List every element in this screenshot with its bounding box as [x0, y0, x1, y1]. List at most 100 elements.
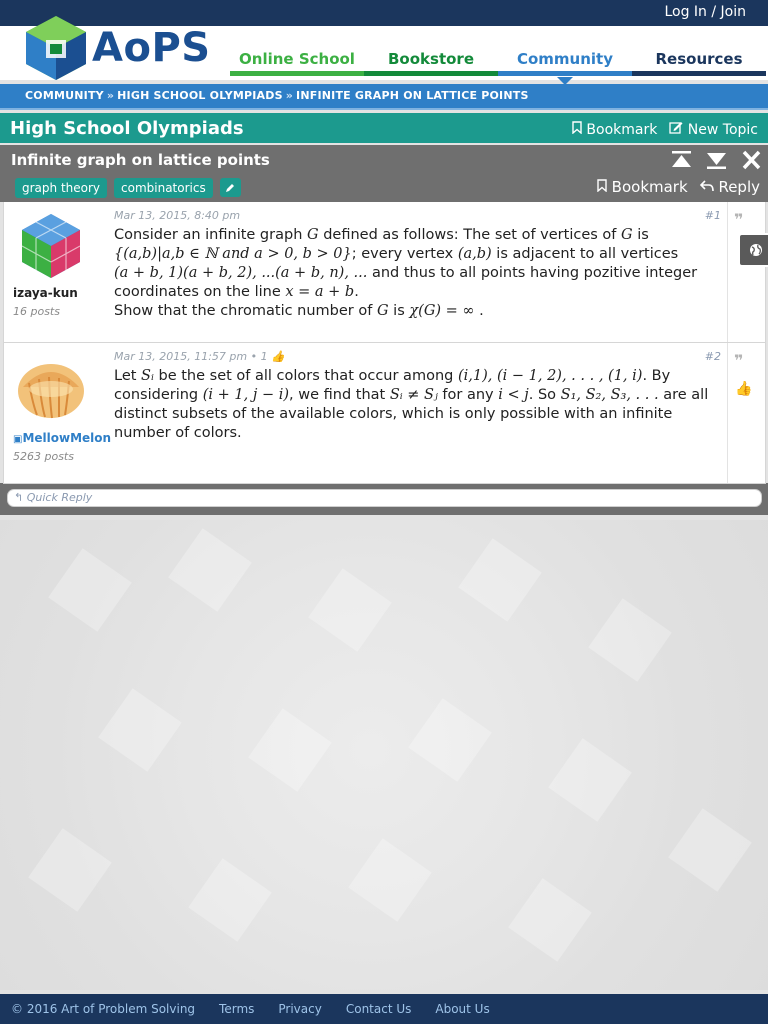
nav-label: Community — [516, 50, 614, 68]
thumbs-up-icon[interactable]: 👍 — [735, 381, 752, 397]
topic-actions: Bookmark Reply — [597, 178, 760, 196]
site-header: AoPS Online School Bookstore Community R… — [0, 16, 768, 85]
bookmark-label: Bookmark — [586, 122, 658, 138]
math-span: G — [621, 227, 633, 243]
footer-contact-link[interactable]: Contact Us — [346, 1002, 412, 1016]
text-span: . So — [528, 387, 561, 403]
post-author: izaya-kun 16 posts — [4, 202, 110, 342]
nav-bookstore[interactable]: Bookstore — [364, 26, 498, 80]
bookmark-icon — [572, 121, 582, 135]
close-icon[interactable] — [739, 149, 764, 171]
math-span: Sᵢ — [141, 368, 154, 384]
avatar[interactable] — [15, 353, 87, 425]
math-span: (i + 1, j − i) — [202, 387, 290, 403]
tag-graph-theory[interactable]: graph theory — [15, 178, 108, 198]
text-span: . — [354, 284, 359, 300]
topic-tags: graph theory combinatorics — [15, 178, 241, 198]
username-text: MellowMelon — [22, 431, 112, 445]
post-count: 16 posts — [13, 305, 60, 318]
math-span: (i,1), (i − 1, 2), . . . , (1, i) — [457, 368, 643, 384]
reply-button[interactable]: Reply — [699, 178, 760, 196]
tag-combinatorics[interactable]: combinatorics — [114, 178, 213, 198]
aops-logo[interactable]: AoPS — [24, 10, 214, 86]
globe-tab-button[interactable] — [738, 233, 768, 267]
math-span: (a + b, 1)(a + b, 2), ...(a + b, n), ... — [114, 265, 368, 281]
reply-icon: ↰ — [14, 491, 24, 504]
thumbs-up-icon: 👍 — [271, 350, 285, 363]
breadcrumb: COMMUNITY» HIGH SCHOOL OLYMPIADS» INFINITE… — [0, 84, 768, 110]
math-span: x = a + b — [285, 284, 355, 300]
text-span: Show that the chromatic number of — [114, 303, 377, 319]
topic-title: Infinite graph on lattice points — [11, 151, 270, 169]
breadcrumb-topic[interactable]: INFINITE GRAPH ON LATTICE POINTS — [296, 89, 529, 102]
timestamp-text: Mar 13, 2015, 11:57 pm — [114, 350, 248, 363]
text-span: is — [632, 227, 649, 243]
forum-header: High School Olympiads Bookmark New Topic — [0, 113, 768, 143]
post-body: Mar 13, 2015, 11:57 pm • 1 👍 #2 Let Sᵢ b… — [110, 343, 727, 483]
aops-logo-icon — [24, 14, 88, 82]
jump-to-top-icon[interactable] — [669, 149, 694, 171]
post-number[interactable]: #1 — [705, 209, 721, 222]
post-body: Mar 13, 2015, 8:40 pm #1 Consider an inf… — [110, 202, 727, 342]
nav-online-school[interactable]: Online School — [230, 26, 364, 80]
like-count: • 1 — [250, 350, 268, 363]
globe-icon — [750, 244, 762, 256]
quick-reply-box[interactable]: ↰ Quick Reply — [7, 489, 762, 507]
logo-text: AoPS — [92, 25, 211, 71]
nav-label: Bookstore — [388, 50, 474, 68]
math-span: {(a,b)|a,b ∈ ℕ and a > 0, b > 0} — [114, 246, 352, 262]
footer-terms-link[interactable]: Terms — [219, 1002, 254, 1016]
math-span: G — [307, 227, 319, 243]
text-span: ; every vertex — [351, 246, 458, 262]
topic-icons — [669, 149, 764, 171]
forum-bookmark-button[interactable]: Bookmark — [572, 121, 657, 138]
text-span: Let — [114, 368, 142, 384]
text-span: is adjacent to all vertices — [491, 246, 679, 262]
post-side-actions: ❞ 👍 — [727, 343, 765, 483]
text-span: . — [474, 303, 484, 319]
post-timestamp: Mar 13, 2015, 8:40 pm — [114, 209, 241, 222]
nav-resources[interactable]: Resources — [632, 26, 766, 80]
math-span: χ(G) = ∞ — [409, 303, 475, 319]
bookmark-icon — [597, 179, 607, 193]
new-topic-button[interactable]: New Topic — [669, 121, 758, 138]
breadcrumb-community[interactable]: COMMUNITY — [25, 89, 104, 102]
math-span: G — [376, 303, 389, 319]
math-span: Sᵢ ≠ Sⱼ — [389, 387, 438, 403]
footer-about-link[interactable]: About Us — [435, 1002, 489, 1016]
nav-community[interactable]: Community — [498, 26, 632, 85]
main-nav: Online School Bookstore Community Resour… — [230, 26, 766, 85]
site-footer: © 2016 Art of Problem Solving Terms Priv… — [0, 994, 768, 1024]
post-author: ▣MellowMelon 5263 posts — [4, 343, 112, 483]
post-text: Let Sᵢ be the set of all colors that occ… — [114, 367, 719, 443]
edit-icon — [669, 122, 683, 134]
math-span: S₁, S₂, S₃, . . . — [560, 387, 659, 403]
username[interactable]: izaya-kun — [13, 286, 110, 300]
bookmark-label: Bookmark — [611, 178, 688, 196]
copyright-text: © 2016 Art of Problem Solving — [11, 1002, 196, 1016]
jump-to-bottom-icon[interactable] — [704, 149, 729, 171]
topic-header: Infinite graph on lattice points graph t… — [0, 145, 768, 202]
text-span: Consider an infinite graph — [114, 227, 307, 243]
post-number[interactable]: #2 — [705, 350, 721, 363]
math-span: (a,b) — [457, 246, 492, 262]
background-globe-decoration — [0, 520, 768, 990]
quick-reply-label: Quick Reply — [26, 491, 93, 504]
reply-icon — [699, 180, 714, 192]
forum-title[interactable]: High School Olympiads — [10, 118, 244, 139]
post-list: izaya-kun 16 posts Mar 13, 2015, 8:40 pm… — [3, 202, 766, 484]
avatar[interactable] — [20, 212, 82, 280]
post-text: Consider an infinite graph G defined as … — [114, 226, 719, 321]
footer-privacy-link[interactable]: Privacy — [278, 1002, 321, 1016]
quote-icon[interactable]: ❞ — [734, 210, 743, 229]
username[interactable]: ▣MellowMelon — [13, 431, 112, 445]
quote-icon[interactable]: ❞ — [734, 351, 743, 370]
topic-bookmark-button[interactable]: Bookmark — [597, 178, 688, 196]
text-span: for any — [437, 387, 499, 403]
post: izaya-kun 16 posts Mar 13, 2015, 8:40 pm… — [3, 202, 766, 343]
login-join-link[interactable]: Log In / Join — [664, 4, 746, 20]
text-span: is — [388, 303, 410, 319]
post: ▣MellowMelon 5263 posts Mar 13, 2015, 11… — [3, 343, 766, 484]
edit-tags-button[interactable] — [219, 178, 241, 197]
breadcrumb-high-school-olympiads[interactable]: HIGH SCHOOL OLYMPIADS — [117, 89, 283, 102]
